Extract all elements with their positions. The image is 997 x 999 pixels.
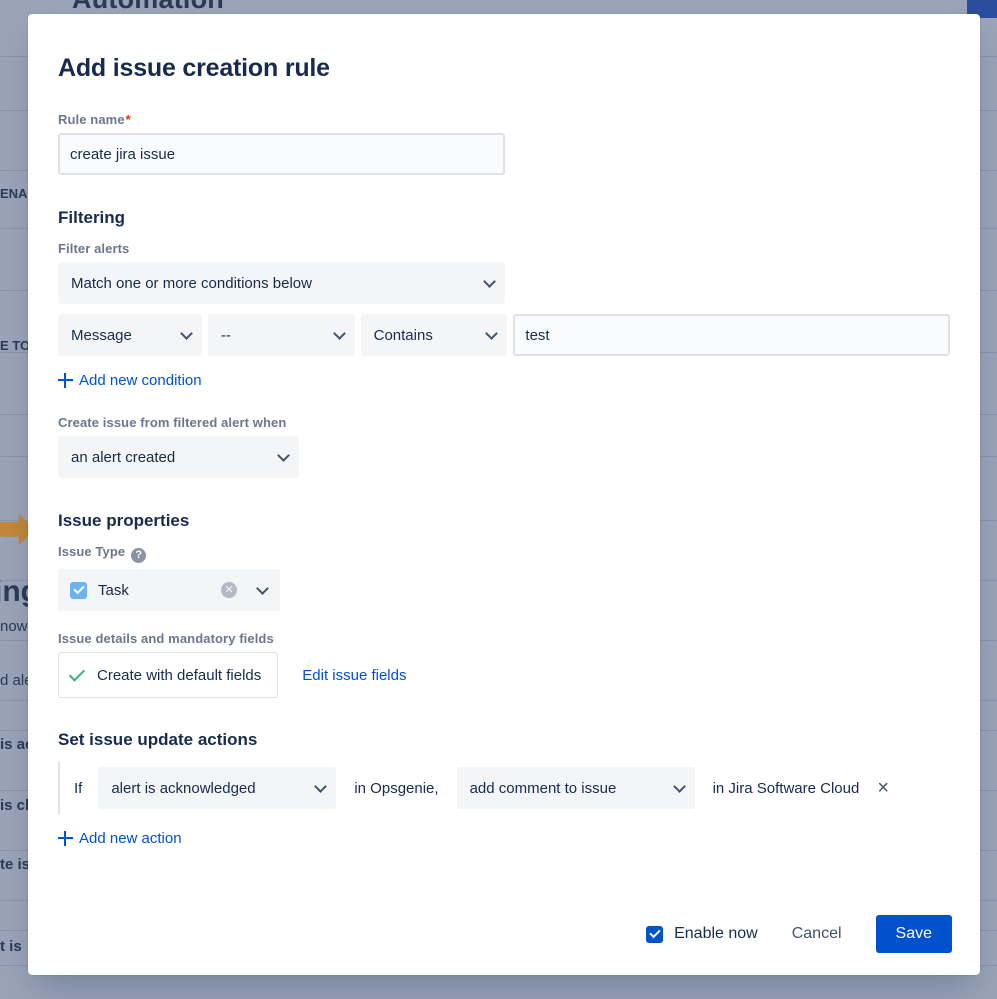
clear-icon[interactable]: ✕ xyxy=(221,582,237,598)
rule-name-input[interactable] xyxy=(58,133,505,175)
action-trigger-select[interactable]: alert is acknowledged xyxy=(98,767,336,809)
dialog-title: Add issue creation rule xyxy=(58,54,950,83)
add-new-condition-button[interactable]: Add new condition xyxy=(58,372,202,389)
enable-now-label: Enable now xyxy=(674,925,758,943)
condition-operator-value: Contains xyxy=(374,327,433,344)
chevron-down-icon xyxy=(486,327,499,340)
background-page-heading: Automation xyxy=(72,0,224,15)
action-trigger-value: alert is acknowledged xyxy=(111,780,255,797)
issue-type-label-text: Issue Type xyxy=(58,544,125,559)
rule-name-label-text: Rule name xyxy=(58,112,125,127)
plus-icon xyxy=(58,831,73,846)
enable-now-checkbox[interactable] xyxy=(646,926,663,943)
background-text-fragment: now xyxy=(0,618,28,635)
save-button[interactable]: Save xyxy=(876,915,952,953)
filtering-section-title: Filtering xyxy=(58,208,950,228)
update-action-row: If alert is acknowledged in Opsgenie, ad… xyxy=(58,762,950,814)
action-type-select[interactable]: add comment to issue xyxy=(457,767,695,809)
chevron-down-icon xyxy=(180,327,193,340)
create-when-value: an alert created xyxy=(71,449,175,466)
action-type-value: add comment to issue xyxy=(470,780,617,797)
chevron-down-icon xyxy=(314,780,327,793)
issue-type-value: Task xyxy=(98,582,129,599)
in-opsgenie-label: in Opsgenie, xyxy=(354,780,438,797)
condition-key-select[interactable]: -- xyxy=(208,314,355,356)
issue-details-label: Issue details and mandatory fields xyxy=(58,631,950,646)
plus-icon xyxy=(58,373,73,388)
background-text-fragment: t is xyxy=(0,938,22,955)
cancel-button[interactable]: Cancel xyxy=(780,917,854,951)
edit-issue-fields-link[interactable]: Edit issue fields xyxy=(302,667,406,684)
chevron-down-icon xyxy=(673,780,686,793)
create-when-label: Create issue from filtered alert when xyxy=(58,415,950,430)
create-with-default-fields-button[interactable]: Create with default fields xyxy=(58,652,278,698)
add-issue-creation-rule-dialog: Add issue creation rule Rule name* Filte… xyxy=(28,14,980,975)
condition-field-value: Message xyxy=(71,327,132,344)
match-mode-value: Match one or more conditions below xyxy=(71,275,312,292)
condition-value-input[interactable] xyxy=(513,314,950,356)
add-new-condition-label: Add new condition xyxy=(79,372,202,389)
remove-action-button[interactable]: × xyxy=(877,778,889,798)
chevron-down-icon xyxy=(277,449,290,462)
condition-operator-select[interactable]: Contains xyxy=(361,314,508,356)
in-jira-label: in Jira Software Cloud xyxy=(713,780,860,797)
create-when-select[interactable]: an alert created xyxy=(58,436,299,478)
add-new-action-label: Add new action xyxy=(79,830,182,847)
dialog-body: Add issue creation rule Rule name* Filte… xyxy=(28,14,980,915)
match-mode-select[interactable]: Match one or more conditions below xyxy=(58,262,505,304)
if-label: If xyxy=(74,780,82,797)
issue-properties-section-title: Issue properties xyxy=(58,511,950,531)
chevron-down-icon xyxy=(333,327,346,340)
create-with-default-fields-label: Create with default fields xyxy=(97,667,261,684)
issue-type-checkbox-icon xyxy=(70,582,87,599)
issue-type-label: Issue Type? xyxy=(58,544,950,563)
required-marker: * xyxy=(126,112,131,127)
condition-row: Message -- Contains xyxy=(58,314,950,356)
chevron-down-icon xyxy=(483,275,496,288)
rule-name-label: Rule name* xyxy=(58,112,950,127)
update-actions-section-title: Set issue update actions xyxy=(58,730,950,750)
dialog-footer: Enable now Cancel Save xyxy=(28,915,980,975)
issue-type-select[interactable]: Task ✕ xyxy=(58,569,280,611)
chevron-down-icon xyxy=(256,582,269,595)
filter-alerts-label: Filter alerts xyxy=(58,241,950,256)
help-icon[interactable]: ? xyxy=(131,548,146,563)
check-icon xyxy=(69,665,85,681)
condition-field-select[interactable]: Message xyxy=(58,314,202,356)
add-new-action-button[interactable]: Add new action xyxy=(58,830,182,847)
condition-key-value: -- xyxy=(221,327,231,344)
